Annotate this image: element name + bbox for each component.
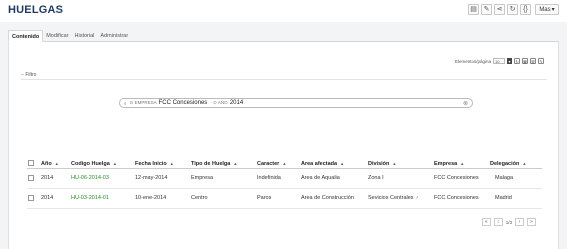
collapse-icon: − [21,72,24,78]
export-icon[interactable]: ▦ [522,58,528,64]
sort-icon: ▲ [282,161,287,166]
cell-area: Area de Construcción [301,195,354,201]
content-panel: Elementos/página 10 ▾ ↻ ▦ ▥ ✎ − Filtro ⌕… [8,42,559,249]
cell-caracter: Paros [257,195,272,201]
page-info: 1/3 [505,219,512,225]
header: HUELGAS v3.0 ▤ ✎ ⋖ ↻ {} Mas ▾ [0,0,567,22]
columns-icon[interactable]: ▥ [530,58,536,64]
column-header-tipo[interactable]: Tipo de Huelga ▲ [191,161,237,167]
cell-division: Zona I [368,175,384,181]
sort-icon: ▲ [392,161,397,166]
row-checkbox[interactable] [28,195,34,201]
cell-delegacion: Malaga [495,175,514,181]
tab-administrar[interactable]: Administrar [97,30,131,42]
filter-label: Filtro [25,72,37,78]
table-row[interactable]: 2014 HU-06-2014-03 12-may-2014 Empresa I… [27,169,542,189]
chip-key: AÑO [217,100,228,105]
chevron-down-icon: ▾ [551,7,555,13]
filter-search-box[interactable]: ⌕ ⊙ EMPRESA FCC Concesiones · ⊙ AÑO 2014… [119,98,473,108]
edit-icon[interactable]: ✎ [538,58,544,64]
more-label: Mas [539,6,551,13]
more-button[interactable]: Mas ▾ [535,4,559,15]
column-header-empresa[interactable]: Empresa ▲ [434,161,464,167]
column-header-codigo[interactable]: Codigo Huelga ▲ [71,161,117,167]
sort-icon: ▲ [340,161,345,166]
sort-icon: ▲ [460,161,465,166]
column-header-caracter[interactable]: Caracter ▲ [257,161,286,167]
chip-value: FCC Concesiones [158,100,208,106]
refresh-icon[interactable]: ↻ [507,4,518,15]
page-size-label: Elementos/página [454,58,491,64]
column-header-ano[interactable]: Año ▲ [41,161,59,167]
filter-toggle[interactable]: − Filtro [21,72,36,78]
tab-historial[interactable]: Historial [72,30,98,42]
row-checkbox[interactable] [28,175,34,181]
sort-icon: ▲ [522,161,527,166]
next-page-button[interactable]: › [515,218,524,226]
share-icon[interactable]: ⋖ [494,4,505,15]
first-page-button[interactable]: « [481,218,491,226]
toolbar: ▤ ✎ ⋖ ↻ {} Mas ▾ [468,4,559,15]
column-header-fecha[interactable]: Fecha Inicio ▲ [135,161,174,167]
code-icon[interactable]: {} [520,4,531,15]
divider [21,79,547,80]
page-size-select[interactable]: 10 [493,58,505,64]
cell-ano: 2014 [41,175,54,181]
chevron-down-icon[interactable]: ▾ [507,58,512,64]
chip-value: 2014 [229,100,244,106]
refresh-icon[interactable]: ↻ [514,58,520,64]
cell-ano: 2014 [41,195,54,201]
cell-tipo: Empresa [191,175,214,181]
page: HUELGAS v3.0 ▤ ✎ ⋖ ↻ {} Mas ▾ Contenido … [0,0,567,249]
prev-page-button[interactable]: ‹ [493,218,503,226]
column-header-division[interactable]: División ▲ [368,161,396,167]
column-header-area[interactable]: Area afectada ▲ [301,161,344,167]
book-icon[interactable]: ▤ [468,4,479,15]
app-subtitle: v3.0 [54,9,62,14]
pin-icon[interactable]: ✎ [481,4,492,15]
sort-icon: ▲ [233,161,238,166]
cell-area: Area de Aqualia [301,175,340,181]
cell-empresa: FCC Concesiones [434,175,479,181]
cell-fecha: 10-ene-2014 [135,195,167,201]
tab-modificar[interactable]: Modificar [43,30,71,42]
select-all-checkbox[interactable] [28,160,34,166]
results-table: Año ▲ Codigo Huelga ▲ Fecha Inicio ▲ Tipo d… [27,158,542,209]
cell-fecha: 12-may-2014 [135,175,168,181]
cell-delegacion: Madrid [495,195,512,201]
table-header: Año ▲ Codigo Huelga ▲ Fecha Inicio ▲ Tipo d… [27,158,542,169]
cell-codigo-link[interactable]: HU-03-2014-01 [71,195,109,201]
last-page-button[interactable]: » [527,218,536,226]
tab-contenido[interactable]: Contenido [8,30,44,42]
cell-division: Sevicios Centrales ↗ [368,195,419,201]
sort-icon: ▲ [54,161,59,166]
page-size-control: Elementos/página 10 ▾ ↻ ▦ ▥ ✎ [455,58,544,64]
cell-codigo-link[interactable]: HU-06-2014-03 [71,175,109,181]
cell-caracter: Indefinida [257,175,281,181]
sort-icon: ▲ [169,161,174,166]
external-link-icon[interactable]: ↗ [415,195,418,200]
filter-chip-ano[interactable]: · ⊙ AÑO 2014 [210,100,243,106]
table-row[interactable]: 2014 HU-03-2014-01 10-ene-2014 Centro Pa… [27,189,542,209]
chip-key: EMPRESA [134,100,157,105]
sort-icon: ▲ [112,161,117,166]
column-header-delegacion[interactable]: Delegación ▲ [490,161,526,167]
tab-bar: Contenido Modificar Historial Administra… [8,30,559,42]
cell-tipo: Centro [191,195,208,201]
filter-chip-empresa[interactable]: ⊙ EMPRESA FCC Concesiones [130,100,208,106]
pagination: « ‹ 1/3 › » [481,218,536,226]
search-icon: ⌕ [124,100,127,106]
clear-icon[interactable]: ⊗ [463,100,468,107]
cell-empresa: FCC Concesiones [434,195,479,201]
